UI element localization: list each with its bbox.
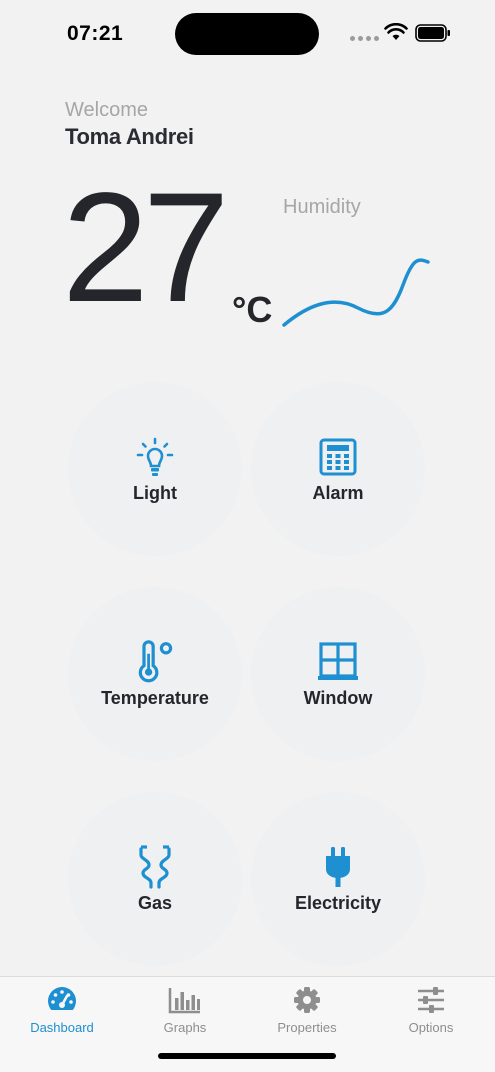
home-indicator[interactable]	[158, 1053, 336, 1059]
tab-options[interactable]: Options	[376, 983, 486, 1035]
welcome-label: Welcome	[65, 99, 148, 121]
temperature-tile[interactable]: Temperature	[68, 587, 242, 761]
humidity-sparkline	[282, 258, 430, 327]
tab-dashboard[interactable]: Dashboard	[7, 983, 117, 1035]
humidity-label: Humidity	[283, 196, 361, 218]
gas-label: Gas	[137, 892, 173, 913]
tab-dashboard-label: Dashboard	[30, 1020, 94, 1035]
keypad-icon	[316, 435, 360, 479]
temperature-value: 27	[62, 161, 230, 335]
window-icon	[316, 640, 360, 684]
sliders-icon	[414, 983, 448, 1017]
dynamic-island	[175, 13, 319, 55]
wifi-icon	[384, 23, 408, 40]
user-name: Toma Andrei	[65, 124, 194, 149]
alarm-label: Alarm	[312, 482, 364, 503]
tab-properties[interactable]: Properties	[252, 983, 362, 1035]
tab-properties-label: Properties	[277, 1020, 337, 1035]
window-label: Window	[303, 687, 373, 708]
electricity-tile[interactable]: Electricity	[251, 792, 425, 966]
tab-options-label: Options	[408, 1020, 454, 1035]
plug-icon	[316, 845, 360, 889]
gas-tile[interactable]: Gas	[68, 792, 242, 966]
temperature-label: Temperature	[101, 687, 209, 708]
window-tile[interactable]: Window	[251, 587, 425, 761]
temperature-unit: °C	[232, 289, 273, 330]
electricity-label: Electricity	[294, 892, 382, 913]
thermometer-icon	[133, 639, 177, 684]
lightbulb-icon	[133, 435, 177, 479]
gas-pipe-icon	[133, 844, 177, 889]
battery-icon	[415, 24, 450, 42]
tab-graphs-label: Graphs	[163, 1020, 207, 1035]
tab-graphs[interactable]: Graphs	[130, 983, 240, 1035]
gear-icon	[290, 983, 324, 1017]
speedometer-icon	[45, 983, 79, 1017]
status-time: 07:21	[67, 22, 124, 45]
light-tile[interactable]: Light	[68, 382, 242, 556]
bar-chart-icon	[168, 983, 202, 1017]
light-label: Light	[133, 482, 177, 503]
status-bar: 07:21	[0, 0, 495, 70]
cellular-signal-icon	[350, 36, 379, 41]
alarm-tile[interactable]: Alarm	[251, 382, 425, 556]
